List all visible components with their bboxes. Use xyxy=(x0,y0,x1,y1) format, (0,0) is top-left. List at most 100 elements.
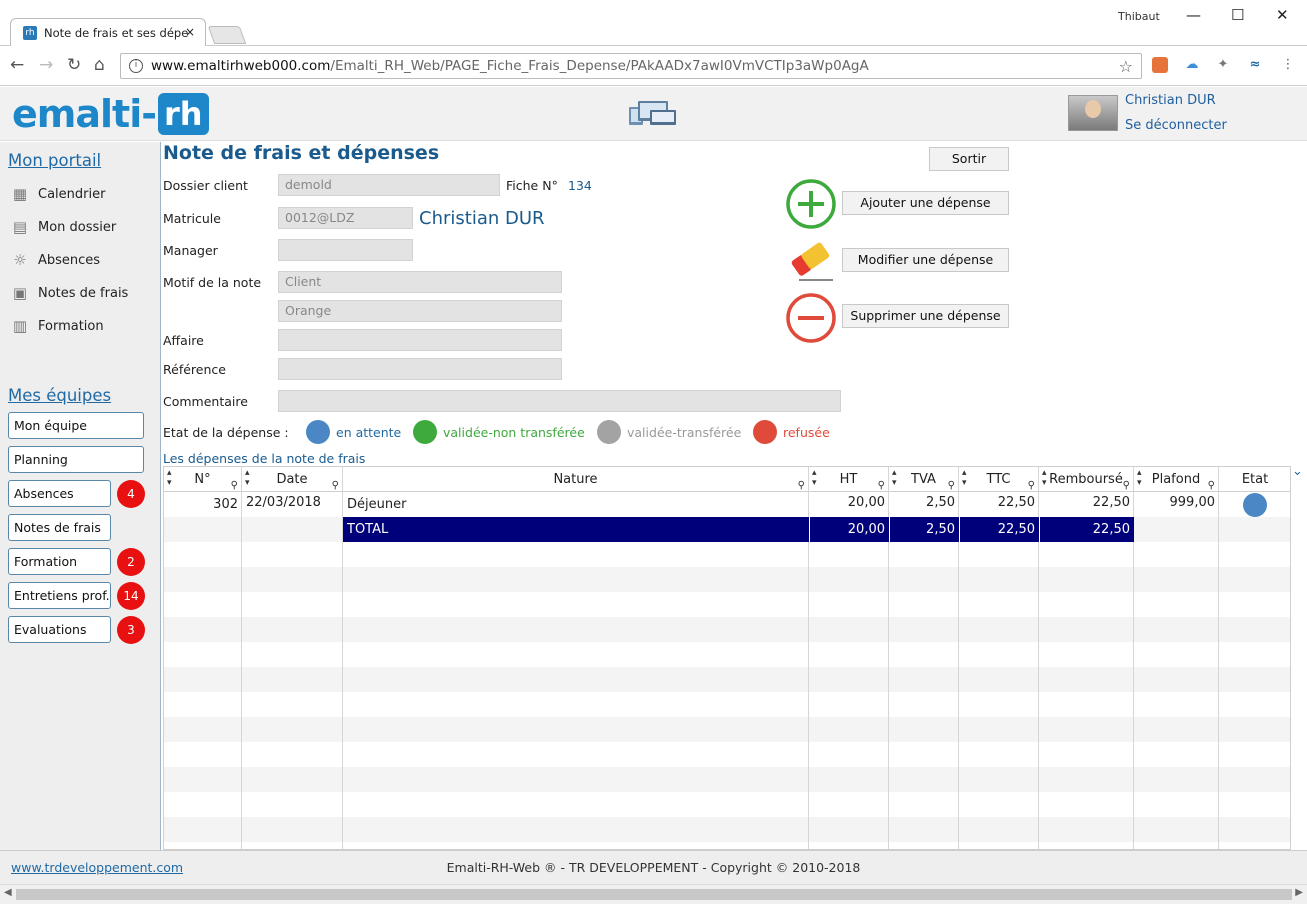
back-arrow-icon[interactable]: ← xyxy=(10,55,24,75)
commentaire-field[interactable] xyxy=(278,390,841,412)
home-icon[interactable]: ⌂ xyxy=(94,55,105,75)
column-ht[interactable]: ▴ ▾ HT ⚲ xyxy=(809,467,889,492)
search-icon[interactable]: ⚲ xyxy=(1208,480,1215,492)
column-num[interactable]: ▴ ▾ N° ⚲ xyxy=(164,467,242,492)
table-row-stripe xyxy=(164,667,1290,692)
matricule-field[interactable]: 0012@LDZ xyxy=(278,207,413,229)
motif-field[interactable]: Client xyxy=(278,271,562,293)
team-button-formation[interactable]: Formation xyxy=(8,548,111,575)
sidebar-item-label: Mon dossier xyxy=(38,219,117,235)
manager-field[interactable] xyxy=(278,239,413,261)
table-caption: Les dépenses de la note de frais xyxy=(163,451,366,466)
portal-title-link[interactable]: Mon portail xyxy=(8,151,101,170)
table-scroll-down-icon[interactable]: ⌄ xyxy=(1292,464,1303,479)
browser-tab[interactable]: rh Note de frais et ses dépe × xyxy=(10,18,206,46)
dossier-field[interactable]: demold xyxy=(278,174,500,196)
maximize-icon[interactable]: ☐ xyxy=(1231,6,1244,24)
column-date[interactable]: ▴ ▾ Date ⚲ xyxy=(242,467,343,492)
cloud-extension-icon[interactable]: ☁ xyxy=(1184,57,1200,73)
wave-extension-icon[interactable]: ≈ xyxy=(1247,57,1263,73)
reference-field[interactable] xyxy=(278,358,562,380)
column-nature[interactable]: Nature ⚲ xyxy=(343,467,809,492)
search-icon[interactable]: ⚲ xyxy=(332,480,339,492)
column-etat[interactable]: Etat xyxy=(1219,467,1290,492)
sort-icon[interactable]: ▴ ▾ xyxy=(962,468,967,488)
column-tva[interactable]: ▴ ▾ TVA ⚲ xyxy=(889,467,959,492)
horizontal-scrollbar[interactable]: ◀ ▶ xyxy=(0,884,1307,904)
browser-menu-icon[interactable]: ⋮ xyxy=(1280,57,1296,73)
search-icon[interactable]: ⚲ xyxy=(948,480,955,492)
table-row-stripe xyxy=(164,617,1290,642)
add-expense-button[interactable]: Ajouter une dépense xyxy=(842,191,1009,215)
teams-title-link[interactable]: Mes équipes xyxy=(8,386,111,405)
table-row-stripe xyxy=(164,717,1290,742)
sidebar-item-calendrier[interactable]: ▦ Calendrier xyxy=(8,182,106,206)
refused-status-icon xyxy=(753,420,777,444)
remove-circle-icon[interactable] xyxy=(785,292,837,344)
bookmark-star-icon[interactable]: ☆ xyxy=(1119,57,1133,76)
reload-icon[interactable]: ↻ xyxy=(67,55,81,75)
sidebar-item-notes-de-frais[interactable]: ▣ Notes de frais xyxy=(8,281,128,305)
expenses-table: ▴ ▾ N° ⚲ ▴ ▾ Date ⚲ Nature ⚲ ▴ ▾ HT ⚲ ▴ ▾ TV… xyxy=(163,466,1291,850)
puzzle-extension-icon[interactable]: ✦ xyxy=(1215,57,1231,73)
cell-num: 302 xyxy=(213,497,238,512)
search-icon[interactable]: ⚲ xyxy=(1028,480,1035,492)
legend-refused: refusée xyxy=(783,425,830,440)
sort-icon[interactable]: ▴ ▾ xyxy=(1042,468,1047,488)
close-window-icon[interactable]: ✕ xyxy=(1276,6,1289,24)
team-button-mon-equipe[interactable]: Mon équipe xyxy=(8,412,144,439)
sidebar-item-formation[interactable]: ▥ Formation xyxy=(8,314,104,338)
sort-icon[interactable]: ▴ ▾ xyxy=(892,468,897,488)
motif-detail-field[interactable]: Orange xyxy=(278,300,562,322)
edit-expense-button[interactable]: Modifier une dépense xyxy=(842,248,1009,272)
scroll-left-icon[interactable]: ◀ xyxy=(4,887,12,898)
site-favicon-icon: rh xyxy=(23,25,37,40)
search-icon[interactable]: ⚲ xyxy=(798,480,805,492)
team-button-entretiens[interactable]: Entretiens prof. xyxy=(8,582,111,609)
emalti-logo[interactable]: emalti-rh xyxy=(12,91,209,137)
column-rembourse[interactable]: ▴ ▾ Remboursé ⚲ xyxy=(1039,467,1134,492)
sidebar: Mon portail ▦ Calendrier ▤ Mon dossier ☼… xyxy=(0,142,161,850)
scroll-right-icon[interactable]: ▶ xyxy=(1295,887,1303,898)
team-button-absences[interactable]: Absences xyxy=(8,480,111,507)
affaire-field[interactable] xyxy=(278,329,562,351)
sort-icon[interactable]: ▴ ▾ xyxy=(812,468,817,488)
sort-icon[interactable]: ▴ ▾ xyxy=(1137,468,1142,488)
commentaire-label: Commentaire xyxy=(163,394,248,409)
footer-link[interactable]: www.trdeveloppement.com xyxy=(11,860,183,875)
column-label: Date xyxy=(276,472,308,487)
employee-name: Christian DUR xyxy=(419,208,545,229)
new-tab-button[interactable] xyxy=(207,26,247,44)
devices-icon[interactable] xyxy=(628,99,678,127)
site-info-icon[interactable]: i xyxy=(129,59,143,73)
minimize-icon[interactable]: — xyxy=(1186,6,1201,24)
eraser-icon[interactable] xyxy=(783,236,839,284)
add-circle-icon[interactable] xyxy=(785,178,837,230)
fiche-label: Fiche N° xyxy=(506,178,558,193)
calendar-icon: ▦ xyxy=(12,185,28,203)
column-ttc[interactable]: ▴ ▾ TTC ⚲ xyxy=(959,467,1039,492)
tab-close-icon[interactable]: × xyxy=(185,25,195,39)
logo-text: emalti- xyxy=(12,92,157,136)
column-label: N° xyxy=(194,472,211,487)
user-name[interactable]: Christian DUR xyxy=(1125,93,1216,108)
team-button-evaluations[interactable]: Evaluations xyxy=(8,616,111,643)
delete-expense-button[interactable]: Supprimer une dépense xyxy=(842,304,1009,328)
transferred-status-icon xyxy=(597,420,621,444)
office-extension-icon[interactable] xyxy=(1152,57,1168,73)
column-plafond[interactable]: ▴ ▾ Plafond ⚲ xyxy=(1134,467,1219,492)
sort-icon[interactable]: ▴ ▾ xyxy=(167,468,172,488)
team-button-notes-de-frais[interactable]: Notes de frais xyxy=(8,514,111,541)
address-input[interactable]: i www.emaltirhweb000.com/Emalti_RH_Web/P… xyxy=(120,53,1142,79)
search-icon[interactable]: ⚲ xyxy=(1123,480,1130,492)
search-icon[interactable]: ⚲ xyxy=(231,480,238,492)
sort-icon[interactable]: ▴ ▾ xyxy=(245,468,250,488)
sidebar-item-mon-dossier[interactable]: ▤ Mon dossier xyxy=(8,215,116,239)
forward-arrow-icon[interactable]: → xyxy=(39,55,53,75)
sortir-button[interactable]: Sortir xyxy=(929,147,1009,171)
logout-link[interactable]: Se déconnecter xyxy=(1125,118,1227,133)
scrollbar-thumb[interactable] xyxy=(16,889,1292,900)
sidebar-item-absences[interactable]: ☼ Absences xyxy=(8,248,100,272)
team-button-planning[interactable]: Planning xyxy=(8,446,144,473)
search-icon[interactable]: ⚲ xyxy=(878,480,885,492)
